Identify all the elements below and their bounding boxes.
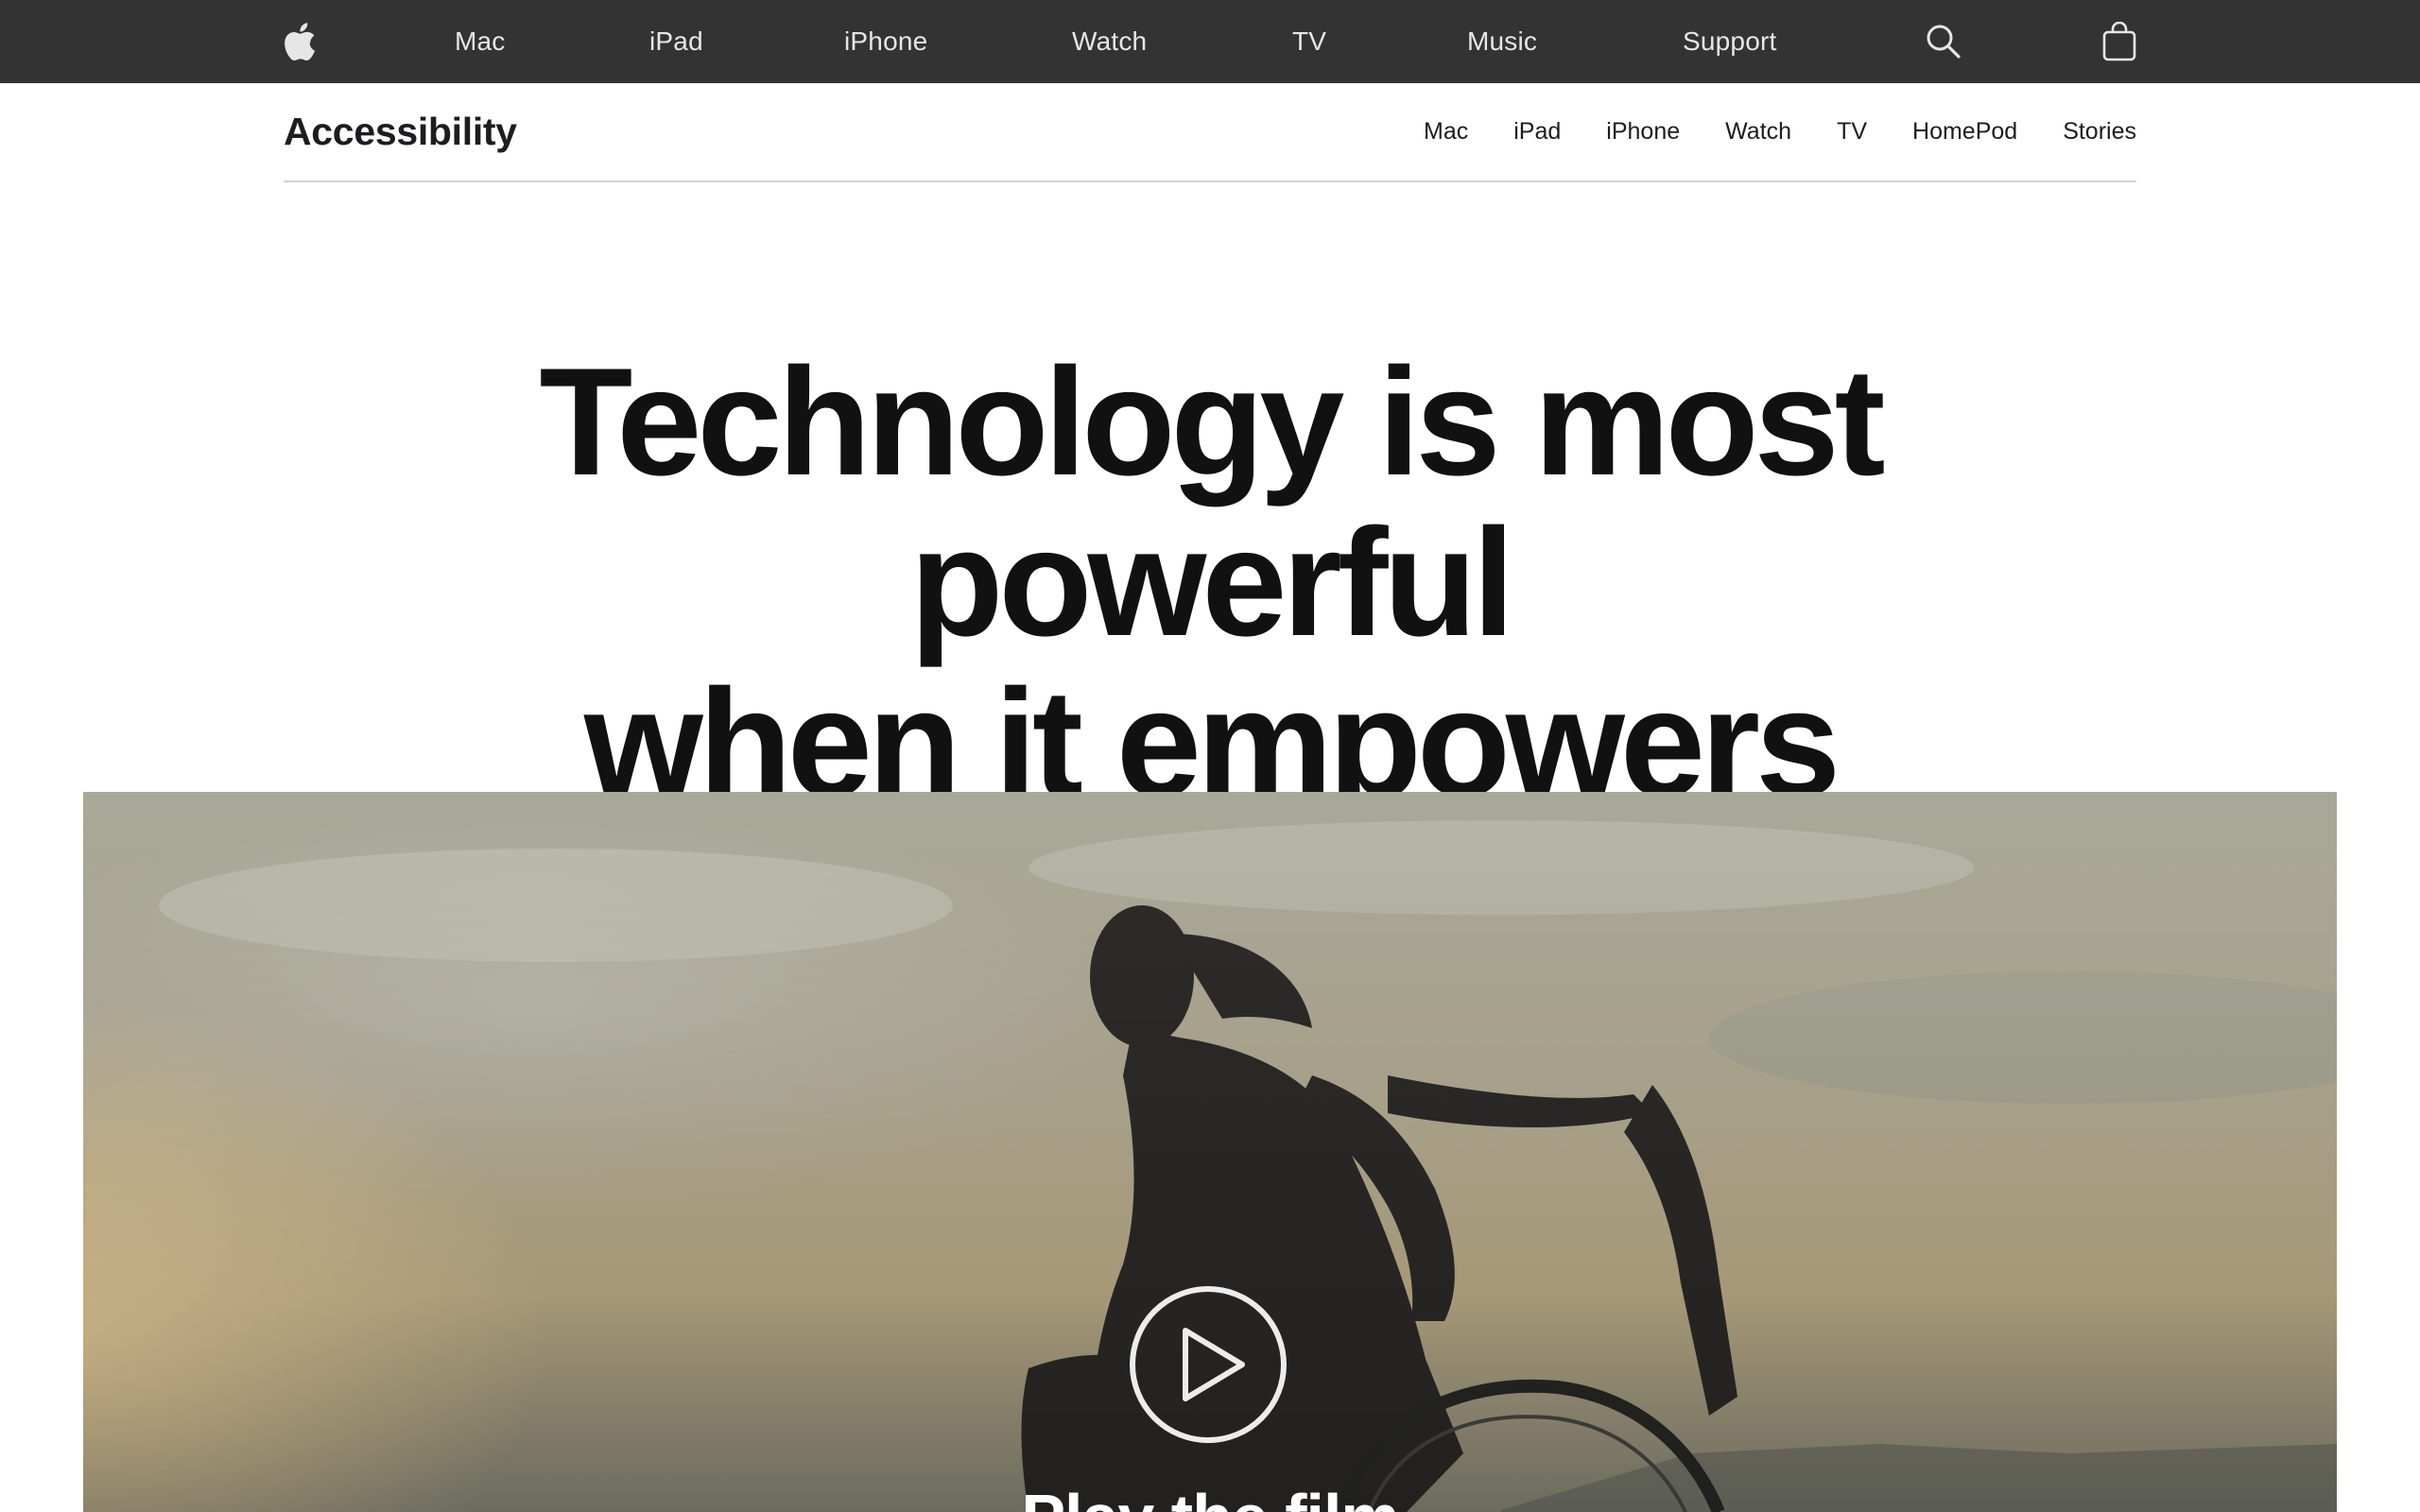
globalnav-item-ipad[interactable]: iPad: [649, 0, 703, 83]
apple-logo-icon[interactable]: [284, 0, 316, 83]
hero-headline-line-1: Technology is most powerful: [539, 336, 1885, 668]
hero-film: Play the film: [83, 792, 2337, 1512]
localnav-item-ipad[interactable]: iPad: [1513, 118, 1561, 146]
globalnav-item-support[interactable]: Support: [1683, 0, 1776, 83]
global-nav: Mac iPad iPhone Watch TV Music Support: [0, 0, 2420, 83]
play-circle-icon[interactable]: [1129, 1285, 1288, 1444]
local-nav: Accessibility Mac iPad iPhone Watch TV H…: [284, 83, 2136, 182]
globalnav-item-music[interactable]: Music: [1467, 0, 1537, 83]
localnav-title[interactable]: Accessibility: [284, 83, 517, 180]
globalnav-item-mac[interactable]: Mac: [455, 0, 506, 83]
localnav-item-watch[interactable]: Watch: [1725, 118, 1791, 146]
localnav-item-iphone[interactable]: iPhone: [1606, 118, 1680, 146]
localnav-links: Mac iPad iPhone Watch TV HomePod Stories: [1424, 83, 2136, 180]
search-icon[interactable]: [1925, 0, 1962, 83]
localnav-item-mac[interactable]: Mac: [1424, 118, 1468, 146]
globalnav-item-watch[interactable]: Watch: [1072, 0, 1147, 83]
localnav-item-homepod[interactable]: HomePod: [1912, 118, 2017, 146]
globalnav-item-iphone[interactable]: iPhone: [844, 0, 927, 83]
localnav-item-tv[interactable]: TV: [1837, 118, 1867, 146]
localnav-item-stories[interactable]: Stories: [2063, 118, 2136, 146]
play-film-label[interactable]: Play the film: [83, 1480, 2337, 1512]
globalnav-item-tv[interactable]: TV: [1292, 0, 1326, 83]
shopping-bag-icon[interactable]: [2102, 0, 2136, 83]
